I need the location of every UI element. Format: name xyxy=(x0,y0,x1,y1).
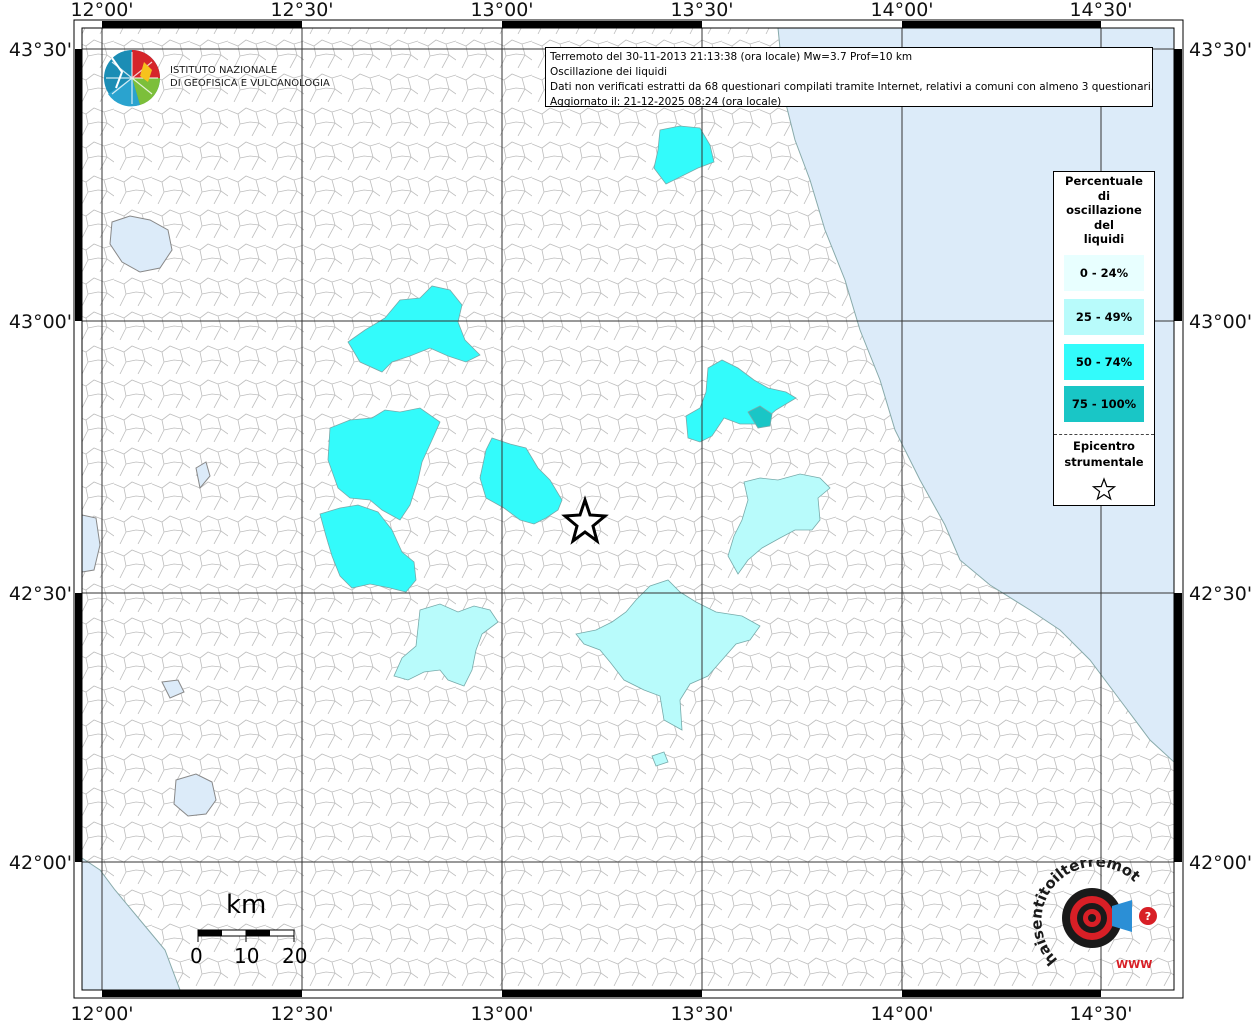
lat-label-right-1: 43°30' xyxy=(1189,39,1252,61)
lon-label-top-3: 13°00' xyxy=(470,0,533,21)
lon-label-top-5: 14°00' xyxy=(870,0,933,21)
bottom-lon-labels: 12°00' 12°30' 13°00' 13°30' 14°00' 14°30… xyxy=(70,1003,1132,1024)
event-info-line4: Aggiornato il: 21-12-2025 08:24 (ora loc… xyxy=(550,96,782,108)
ingv-line2: DI GEOFISICA E VULCANOLOGIA xyxy=(170,78,330,89)
legend: Percentuale di oscillazione del liquidi … xyxy=(1053,171,1155,506)
lon-label-top-2: 12°30' xyxy=(270,0,333,21)
event-info-line1: Terremoto del 30-11-2013 21:13:38 (ora l… xyxy=(550,51,913,63)
left-lat-labels: 43°30' 43°00' 42°30' 42°00' xyxy=(9,39,72,874)
lat-label-right-2: 43°00' xyxy=(1189,311,1252,333)
scale-label-20: 20 xyxy=(282,944,308,968)
lat-label-left-3: 42°30' xyxy=(9,583,72,605)
haisentito-logo: ? haisentitoilterremoto.it WWW xyxy=(1025,846,1170,980)
legend-title-line4: del xyxy=(1094,217,1114,232)
lat-label-right-3: 42°30' xyxy=(1189,583,1252,605)
legend-epicenter-line2: strumentale xyxy=(1064,455,1144,469)
top-lon-labels: 12°00' 12°30' 13°00' 13°30' 14°00' 14°30… xyxy=(70,0,1132,21)
ingv-globe-icon xyxy=(104,50,161,107)
event-info-line3: Dati non verificati estratti da 68 quest… xyxy=(550,81,1155,93)
scale-label-0: 0 xyxy=(190,944,203,968)
haisentito-www: WWW xyxy=(1116,958,1152,971)
legend-title-line1: Percentuale xyxy=(1065,174,1143,188)
legend-class-0-24: 0 - 24% xyxy=(1064,255,1144,291)
land-layer xyxy=(82,28,1174,990)
lon-label-top-6: 14°30' xyxy=(1069,0,1132,21)
event-info-box: Terremoto del 30-11-2013 21:13:38 (ora l… xyxy=(545,47,1155,108)
scale-label-10: 10 xyxy=(234,944,260,968)
legend-divider xyxy=(1054,434,1154,435)
legend-epicenter-line1: Epicentro xyxy=(1073,439,1135,453)
legend-star-icon xyxy=(1091,477,1117,501)
legend-class-label: 75 - 100% xyxy=(1071,397,1137,411)
lon-label-bottom-1: 12°00' xyxy=(70,1003,133,1024)
ingv-name: ISTITUTO NAZIONALE DI GEOFISICA E VULCAN… xyxy=(170,64,330,90)
scale-unit: km xyxy=(226,890,267,920)
legend-class-50-74: 50 - 74% xyxy=(1064,344,1144,380)
ingv-line1: ISTITUTO NAZIONALE xyxy=(170,65,278,76)
lon-label-bottom-4: 13°30' xyxy=(670,1003,733,1024)
lat-label-left-1: 43°30' xyxy=(9,39,72,61)
legend-epicenter-label: Epicentro strumentale xyxy=(1054,438,1154,470)
legend-title-line2: di xyxy=(1097,188,1111,203)
lat-label-left-4: 42°00' xyxy=(9,852,72,874)
legend-title-line3: oscillazione xyxy=(1066,203,1142,217)
lon-label-bottom-6: 14°30' xyxy=(1069,1003,1132,1024)
right-lat-labels: 43°30' 43°00' 42°30' 42°00' xyxy=(1189,39,1252,874)
lat-label-right-4: 42°00' xyxy=(1189,852,1252,874)
legend-class-label: 0 - 24% xyxy=(1079,266,1129,280)
lon-label-bottom-3: 13°00' xyxy=(470,1003,533,1024)
legend-class-label: 50 - 74% xyxy=(1075,355,1133,369)
lon-label-bottom-2: 12°30' xyxy=(270,1003,333,1024)
haisentito-target-icon: ? haisentitoilterremoto.it WWW xyxy=(1025,846,1157,971)
scale-bar: km 0 10 20 xyxy=(180,890,310,970)
lon-label-top-4: 13°30' xyxy=(670,0,733,21)
legend-class-25-49: 25 - 49% xyxy=(1064,299,1144,335)
legend-title-line5: liquidi xyxy=(1083,232,1125,246)
svg-text:?: ? xyxy=(1145,910,1151,923)
legend-class-label: 25 - 49% xyxy=(1075,310,1133,324)
lon-label-top-1: 12°00' xyxy=(70,0,133,21)
lon-label-bottom-5: 14°00' xyxy=(870,1003,933,1024)
legend-class-75-100: 75 - 100% xyxy=(1064,386,1144,422)
lat-label-left-2: 43°00' xyxy=(9,311,72,333)
event-info-line2: Oscillazione dei liquidi xyxy=(550,66,668,78)
legend-title: Percentuale di oscillazione del liquidi xyxy=(1054,174,1154,247)
